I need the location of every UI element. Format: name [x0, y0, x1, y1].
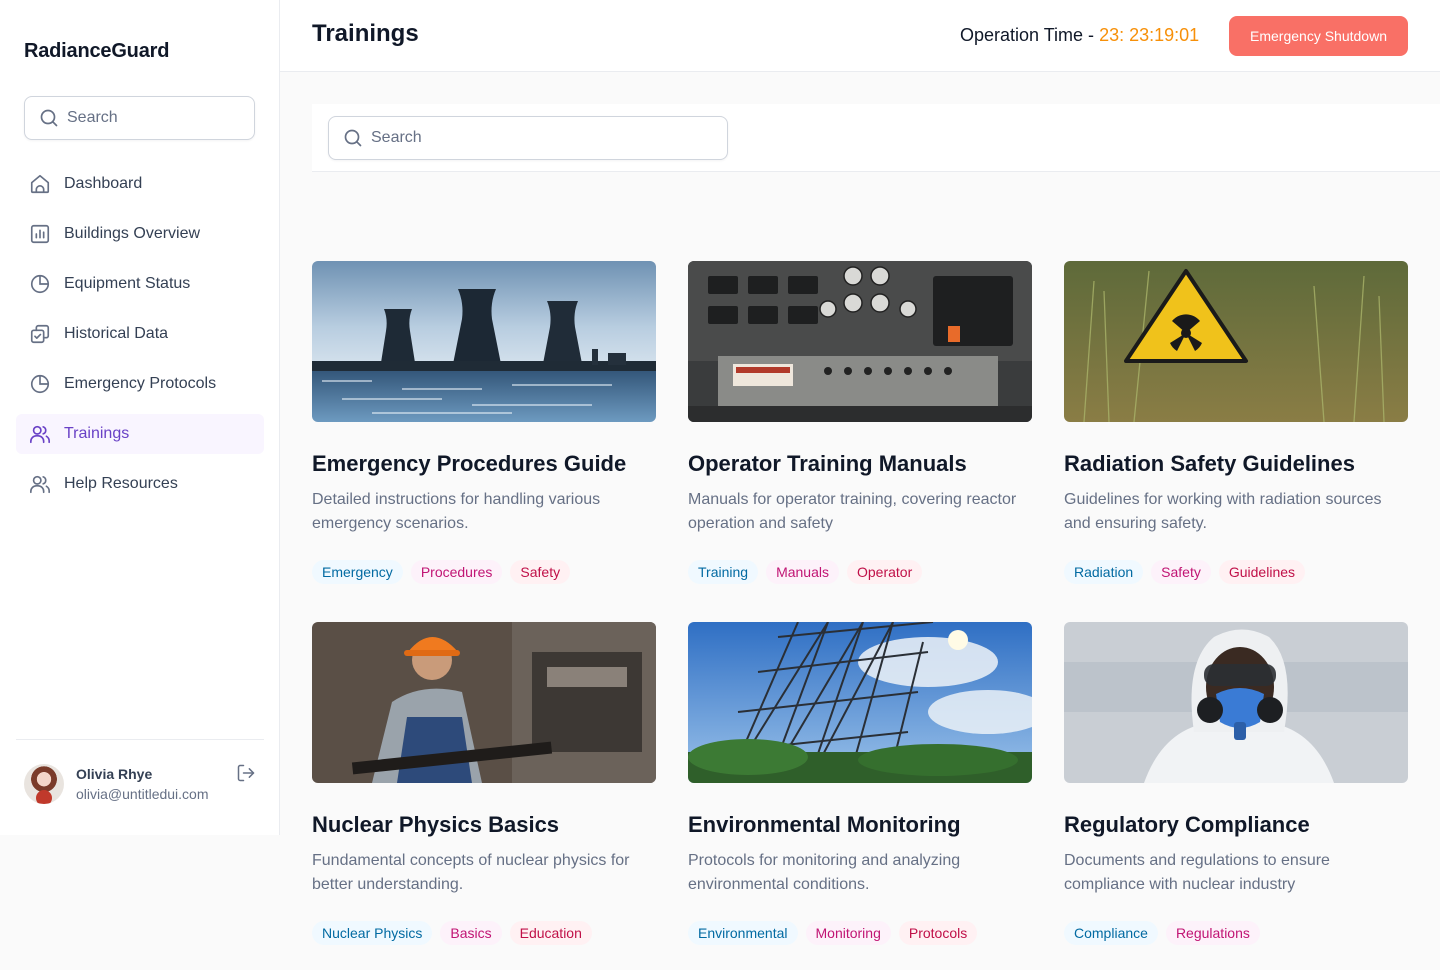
operation-time: Operation Time - 23: 23:19:01 [960, 25, 1199, 46]
training-card[interactable]: Emergency Procedures Guide Detailed inst… [312, 261, 656, 584]
sidebar-search-input[interactable] [67, 109, 237, 127]
training-card[interactable]: Radiation Safety Guidelines Guidelines f… [1064, 261, 1408, 584]
pie-chart-icon [28, 272, 52, 296]
tag-list: Training Manuals Operator [688, 560, 1032, 584]
users-icon [28, 472, 52, 496]
sidebar-item-label: Dashboard [64, 175, 143, 192]
sidebar-item-dashboard[interactable]: Dashboard [16, 164, 264, 204]
card-description: Manuals for operator training, covering … [688, 491, 1017, 532]
tag[interactable]: Monitoring [805, 921, 891, 945]
check-copy-icon [28, 322, 52, 346]
user-name: Olivia Rhye [76, 766, 153, 782]
page-title: Trainings [312, 20, 419, 47]
tag[interactable]: Operator [846, 560, 923, 584]
bar-chart-icon [28, 222, 52, 246]
user-profile: Olivia Rhye olivia@untitledui.com [24, 763, 260, 805]
users-icon [28, 422, 52, 446]
tag[interactable]: Training [688, 560, 759, 584]
home-icon [28, 172, 52, 196]
card-title: Emergency Procedures Guide [312, 451, 627, 476]
sidebar-search[interactable] [24, 96, 255, 140]
logout-icon[interactable] [236, 763, 256, 783]
tag[interactable]: Education [509, 921, 592, 945]
tag[interactable]: Procedures [410, 560, 503, 584]
sidebar-item-label: Trainings [64, 425, 130, 442]
sidebar-nav: Dashboard Buildings Overview Equipment S… [16, 164, 264, 514]
sidebar-item-trainings[interactable]: Trainings [16, 414, 264, 454]
user-email: olivia@untitledui.com [76, 786, 209, 802]
radiation-sign-image [1064, 261, 1408, 422]
sidebar-item-emergency-protocols[interactable]: Emergency Protocols [16, 364, 264, 404]
card-title: Radiation Safety Guidelines [1064, 451, 1355, 476]
card-description: Documents and regulations to ensure comp… [1064, 852, 1330, 893]
card-title: Environmental Monitoring [688, 812, 961, 837]
hazmat-suit-image [1064, 622, 1408, 783]
card-description: Detailed instructions for handling vario… [312, 491, 601, 532]
tag-list: Emergency Procedures Safety [312, 560, 656, 584]
card-description: Protocols for monitoring and analyzing e… [688, 852, 961, 893]
training-card[interactable]: Operator Training Manuals Manuals for op… [688, 261, 1032, 584]
tag[interactable]: Environmental [688, 921, 798, 945]
tag[interactable]: Nuclear Physics [312, 921, 433, 945]
trainings-search-input[interactable] [371, 129, 711, 147]
tag[interactable]: Manuals [766, 560, 839, 584]
sidebar-item-label: Help Resources [64, 475, 178, 492]
training-card[interactable]: Regulatory Compliance Documents and regu… [1064, 622, 1408, 945]
radar-tower-image [688, 622, 1032, 783]
tag[interactable]: Basics [440, 921, 502, 945]
top-header: Trainings Operation Time - 23: 23:19:01 … [280, 0, 1440, 72]
tag-list: Nuclear Physics Basics Education [312, 921, 656, 945]
sidebar-item-help-resources[interactable]: Help Resources [16, 464, 264, 504]
tag[interactable]: Guidelines [1218, 560, 1306, 584]
tag-list: Compliance Regulations [1064, 921, 1408, 945]
sidebar-item-label: Buildings Overview [64, 225, 201, 242]
search-icon [40, 109, 58, 127]
trainings-search[interactable] [328, 116, 728, 160]
card-description: Guidelines for working with radiation so… [1064, 491, 1382, 532]
tag[interactable]: Protocols [898, 921, 978, 945]
card-description: Fundamental concepts of nuclear physics … [312, 852, 630, 893]
operation-time-label: Operation Time - [960, 25, 1100, 45]
card-title: Regulatory Compliance [1064, 812, 1310, 837]
brand-logo: RadianceGuard [24, 40, 170, 62]
tag[interactable]: Radiation [1064, 560, 1144, 584]
sidebar-item-equipment-status[interactable]: Equipment Status [16, 264, 264, 304]
sidebar-item-label: Equipment Status [64, 275, 191, 292]
sidebar: RadianceGuard Dashboard Buildings Overvi… [0, 0, 280, 835]
sidebar-item-label: Historical Data [64, 325, 169, 342]
worker-image [312, 622, 656, 783]
training-card[interactable]: Nuclear Physics Basics Fundamental conce… [312, 622, 656, 945]
tag[interactable]: Compliance [1064, 921, 1158, 945]
sidebar-item-historical-data[interactable]: Historical Data [16, 314, 264, 354]
tag[interactable]: Emergency [312, 560, 403, 584]
sidebar-item-label: Emergency Protocols [64, 375, 217, 392]
operation-time-value: 23: 23:19:01 [1099, 25, 1200, 45]
divider [16, 739, 264, 740]
tag[interactable]: Safety [510, 560, 571, 584]
tag-list: Radiation Safety Guidelines [1064, 560, 1408, 584]
search-icon [344, 129, 362, 147]
cooling-towers-image [312, 261, 656, 422]
tag-list: Environmental Monitoring Protocols [688, 921, 1032, 945]
training-card[interactable]: Environmental Monitoring Protocols for m… [688, 622, 1032, 945]
sidebar-item-buildings-overview[interactable]: Buildings Overview [16, 214, 264, 254]
emergency-shutdown-button[interactable]: Emergency Shutdown [1229, 16, 1408, 56]
tag[interactable]: Regulations [1165, 921, 1260, 945]
control-panel-image [688, 261, 1032, 422]
card-title: Operator Training Manuals [688, 451, 967, 476]
card-title: Nuclear Physics Basics [312, 812, 560, 837]
avatar[interactable] [24, 764, 64, 804]
tag[interactable]: Safety [1151, 560, 1211, 584]
filter-bar [312, 104, 1440, 172]
pie-chart-icon [28, 372, 52, 396]
